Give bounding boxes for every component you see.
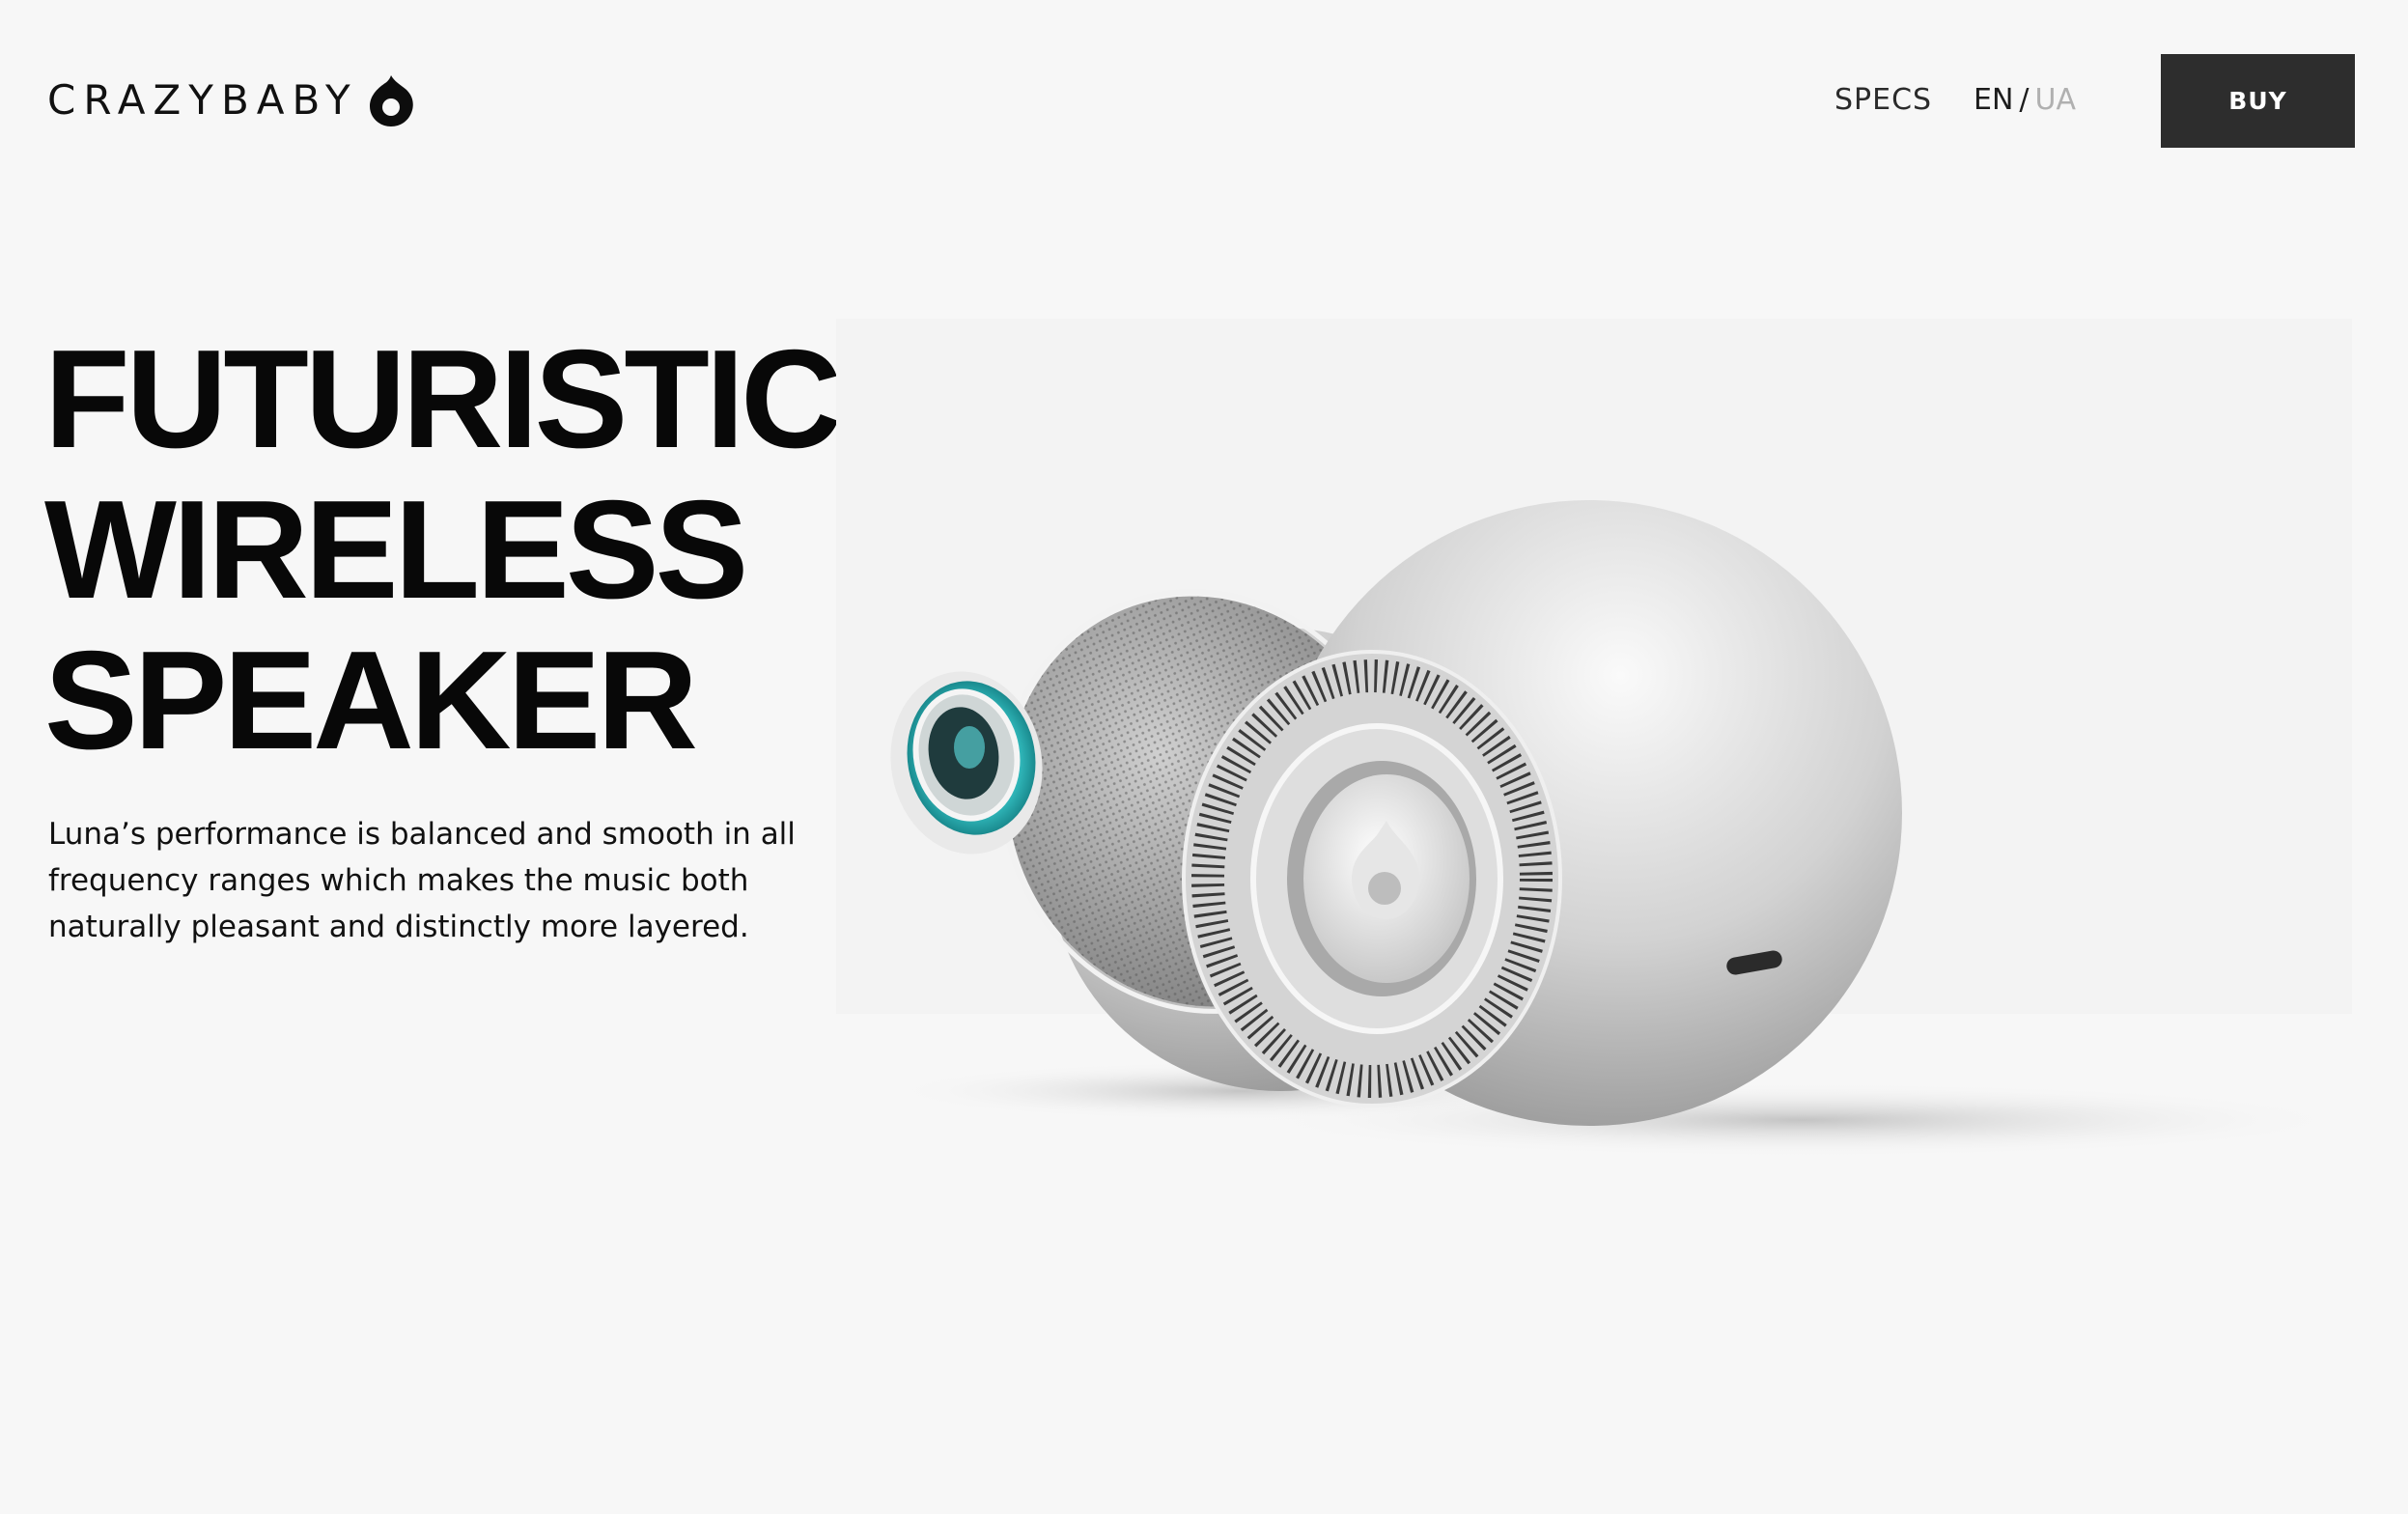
lang-separator: / (2019, 83, 2030, 117)
landing-page: CRAZYBABY SPECS EN / UA BUY FUTURISTIC W… (0, 0, 2408, 1514)
speaker-product-image (890, 500, 2342, 1157)
hero-description: Luna’s performance is balanced and smoot… (48, 817, 796, 944)
buy-button[interactable]: BUY (2161, 54, 2355, 148)
lang-en-link[interactable]: EN (1974, 83, 2013, 117)
headline-line-1: FUTURISTIC (44, 321, 842, 477)
headline-line-2: WIRELESS (44, 471, 748, 628)
drop-ring-icon (369, 75, 413, 126)
brand-name: CRAZYBABY (47, 76, 358, 124)
nav-specs-link[interactable]: SPECS (1834, 83, 1932, 117)
hero-headline: FUTURISTIC WIRELESS SPEAKER (44, 321, 842, 778)
brand-logo[interactable]: CRAZYBABY (47, 73, 414, 127)
language-switcher: EN / UA (1974, 83, 2076, 117)
lang-ua-link[interactable]: UA (2035, 83, 2076, 117)
headline-line-3: SPEAKER (44, 622, 698, 778)
right-speaker (1182, 500, 1902, 1126)
